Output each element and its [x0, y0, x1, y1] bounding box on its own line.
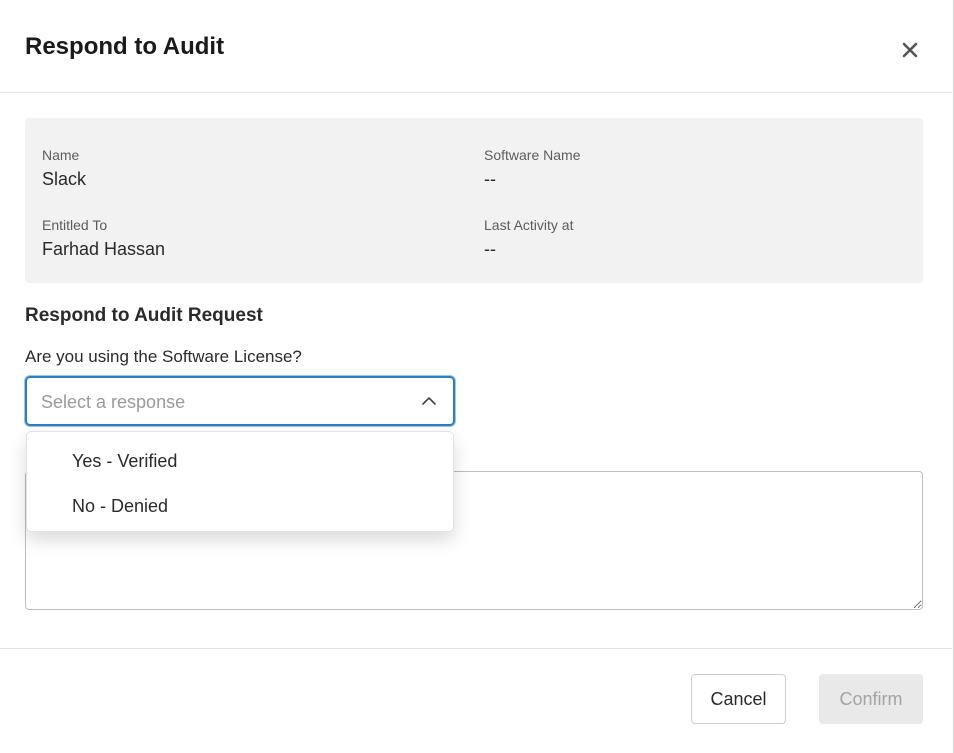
name-label: Name — [42, 147, 80, 163]
respond-to-audit-dialog: Respond to Audit Name Slack Software Nam… — [0, 0, 954, 753]
license-info-panel: Name Slack Software Name -- Entitled To … — [25, 118, 923, 283]
option-no-denied[interactable]: No - Denied — [27, 484, 453, 528]
chevron-up-icon — [422, 397, 436, 405]
last-activity-value: -- — [484, 239, 496, 259]
entitled-to-value: Farhad Hassan — [42, 239, 166, 259]
dialog-header: Respond to Audit — [0, 0, 952, 93]
license-usage-question: Are you using the Software License? — [25, 347, 302, 366]
response-dropdown-menu: Yes - Verified No - Denied — [26, 431, 454, 532]
last-activity-label: Last Activity at — [484, 217, 574, 233]
close-icon — [902, 42, 918, 58]
name-value: Slack — [42, 169, 87, 189]
entitled-to-label: Entitled To — [42, 217, 108, 233]
dialog-footer — [0, 648, 952, 753]
select-placeholder: Select a response — [41, 392, 186, 412]
close-button[interactable] — [898, 38, 922, 62]
option-yes-verified[interactable]: Yes - Verified — [27, 439, 453, 483]
confirm-button[interactable]: Confirm — [819, 674, 923, 724]
software-name-label: Software Name — [484, 147, 581, 163]
section-title: Respond to Audit Request — [25, 305, 263, 326]
cancel-button[interactable]: Cancel — [691, 674, 786, 724]
software-name-value: -- — [484, 169, 496, 189]
dialog-title: Respond to Audit — [25, 33, 225, 60]
response-select[interactable]: Select a response — [25, 376, 455, 426]
